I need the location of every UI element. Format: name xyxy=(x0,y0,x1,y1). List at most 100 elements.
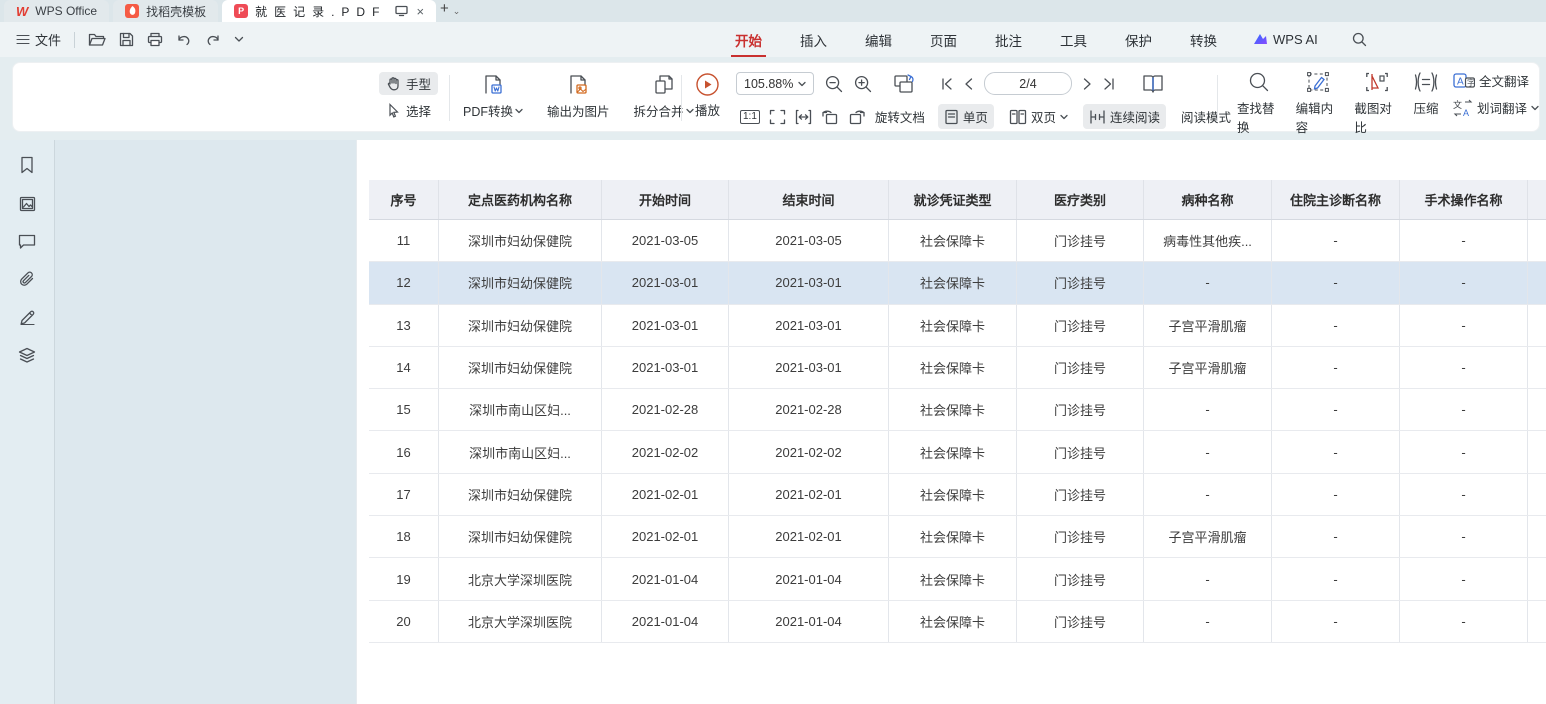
pdf-convert-button[interactable]: PDF转换 xyxy=(463,72,523,120)
zoom-out-icon[interactable] xyxy=(825,75,843,93)
single-page-button[interactable]: 单页 xyxy=(938,104,994,129)
tab-list-chevron-icon[interactable]: ⌄ xyxy=(453,6,461,17)
chevron-down-icon xyxy=(515,108,523,114)
full-translate-button[interactable]: A字 全文翻译 xyxy=(1453,71,1539,90)
open-folder-icon[interactable] xyxy=(88,32,106,47)
table-cell: 2021-03-05 xyxy=(729,220,889,261)
table-cell: 2021-02-02 xyxy=(729,431,889,472)
next-page-icon[interactable] xyxy=(1083,78,1092,90)
save-icon[interactable] xyxy=(119,32,134,47)
tab-medical-record-pdf[interactable]: P 就医记录.PDF × xyxy=(222,0,436,22)
bookmark-icon[interactable] xyxy=(19,156,35,174)
ribbon-tab-page[interactable]: 页面 xyxy=(928,22,959,58)
tab-docer-templates[interactable]: 找稻壳模板 xyxy=(113,0,218,22)
redo-icon[interactable] xyxy=(205,33,221,47)
undo-history-chevron-icon[interactable] xyxy=(234,36,244,43)
prev-page-icon[interactable] xyxy=(964,78,973,90)
first-page-icon[interactable] xyxy=(940,78,953,90)
table-cell: 门诊挂号 xyxy=(1017,474,1144,515)
pdf-convert-icon xyxy=(480,72,506,98)
double-page-button[interactable]: 双页 xyxy=(1003,104,1074,129)
table-cell: - xyxy=(1144,601,1272,642)
table-row[interactable]: 13深圳市妇幼保健院2021-03-012021-03-01社会保障卡门诊挂号子… xyxy=(369,305,1546,347)
ribbon-tab-protect[interactable]: 保护 xyxy=(1123,22,1154,58)
play-label: 播放 xyxy=(695,100,720,119)
search-icon[interactable] xyxy=(1352,32,1367,47)
thumbnail-icon[interactable] xyxy=(19,196,36,212)
rotate-left-icon[interactable] xyxy=(821,109,839,125)
rotate-right-icon[interactable] xyxy=(848,109,866,125)
attachment-icon[interactable] xyxy=(18,271,36,288)
column-header: 住院主诊断名称 xyxy=(1272,180,1400,219)
monitor-icon[interactable] xyxy=(395,5,408,17)
ribbon-tab-home[interactable]: 开始 xyxy=(733,22,764,58)
screenshot-compare-button[interactable]: 截图对比 xyxy=(1354,71,1399,136)
fit-width-icon[interactable] xyxy=(795,109,812,125)
continuous-read-button[interactable]: 连续阅读 xyxy=(1083,104,1166,129)
table-row[interactable]: 11深圳市妇幼保健院2021-03-052021-03-05社会保障卡门诊挂号病… xyxy=(369,220,1546,262)
table-row[interactable]: 19北京大学深圳医院2021-01-042021-01-04社会保障卡门诊挂号-… xyxy=(369,558,1546,600)
ribbon-tab-convert[interactable]: 转换 xyxy=(1188,22,1219,58)
pdf-convert-label: PDF转换 xyxy=(463,101,513,120)
table-cell: 17 xyxy=(369,474,439,515)
zoom-in-icon[interactable] xyxy=(854,75,872,93)
table-row[interactable]: 14深圳市妇幼保健院2021-03-012021-03-01社会保障卡门诊挂号子… xyxy=(369,347,1546,389)
ribbon-tab-annotate[interactable]: 批注 xyxy=(993,22,1024,58)
export-image-button[interactable]: 输出为图片 xyxy=(547,72,610,120)
table-cell: 社会保障卡 xyxy=(889,516,1017,557)
table-row[interactable]: 12深圳市妇幼保健院2021-03-012021-03-01社会保障卡门诊挂号-… xyxy=(369,262,1546,304)
window-tab-bar: W WPS Office 找稻壳模板 P 就医记录.PDF × + ⌄ xyxy=(0,0,1546,22)
tab-wps-office[interactable]: W WPS Office xyxy=(4,0,109,22)
split-merge-button[interactable]: 拆分合并 xyxy=(634,72,694,120)
ribbon-tab-tools[interactable]: 工具 xyxy=(1058,22,1089,58)
edit-content-button[interactable]: 编辑内容 xyxy=(1296,71,1341,136)
chevron-down-icon xyxy=(1531,105,1539,111)
file-menu-button[interactable]: 文件 xyxy=(16,30,61,49)
table-row[interactable]: 18深圳市妇幼保健院2021-02-012021-02-01社会保障卡门诊挂号子… xyxy=(369,516,1546,558)
word-translate-button[interactable]: 文A 划词翻译 xyxy=(1453,98,1539,117)
select-tool-label: 选择 xyxy=(406,101,431,120)
read-mode-label[interactable]: 阅读模式 xyxy=(1181,107,1231,126)
layers-icon[interactable] xyxy=(18,347,36,364)
table-cell: - xyxy=(1272,516,1400,557)
last-page-icon[interactable] xyxy=(1103,78,1116,90)
page-number-input[interactable]: 2/4 xyxy=(984,72,1072,95)
table-cell: 门诊挂号 xyxy=(1017,601,1144,642)
undo-icon[interactable] xyxy=(176,33,192,47)
fit-page-icon[interactable] xyxy=(769,109,786,125)
divider xyxy=(449,75,450,121)
table-row[interactable]: 15深圳市南山区妇...2021-02-282021-02-28社会保障卡门诊挂… xyxy=(369,389,1546,431)
play-button[interactable]: 播放 xyxy=(695,72,720,119)
table-cell: 社会保障卡 xyxy=(889,474,1017,515)
rotate-doc-label[interactable]: 旋转文档 xyxy=(875,107,925,126)
signature-icon[interactable] xyxy=(19,310,36,325)
comment-icon[interactable] xyxy=(18,234,36,249)
table-row[interactable]: 20北京大学深圳医院2021-01-042021-01-04社会保障卡门诊挂号-… xyxy=(369,601,1546,643)
table-cell: 19 xyxy=(369,558,439,599)
hand-tool-label: 手型 xyxy=(406,74,431,93)
find-replace-icon xyxy=(1248,71,1270,93)
table-row[interactable]: 16深圳市南山区妇...2021-02-022021-02-02社会保障卡门诊挂… xyxy=(369,431,1546,473)
table-cell: 深圳市妇幼保健院 xyxy=(439,474,602,515)
ribbon-tab-edit[interactable]: 编辑 xyxy=(863,22,894,58)
table-row[interactable]: 17深圳市妇幼保健院2021-02-012021-02-01社会保障卡门诊挂号-… xyxy=(369,474,1546,516)
zoom-level-select[interactable]: 105.88% xyxy=(736,72,814,95)
ribbon-tab-insert[interactable]: 插入 xyxy=(798,22,829,58)
find-replace-button[interactable]: 查找替换 xyxy=(1237,71,1282,136)
ribbon-tabs: 开始 插入 编辑 页面 批注 工具 保护 转换 WPS AI xyxy=(733,22,1367,57)
close-tab-icon[interactable]: × xyxy=(416,4,424,19)
table-cell xyxy=(1528,431,1546,472)
wps-ai-button[interactable]: WPS AI xyxy=(1253,32,1318,47)
select-tool-button[interactable]: 选择 xyxy=(379,99,438,122)
hand-tool-button[interactable]: 手型 xyxy=(379,72,438,95)
actual-size-button[interactable]: 1:1 xyxy=(740,110,760,124)
compress-button[interactable]: 压缩 xyxy=(1413,71,1439,136)
read-mode-book-icon xyxy=(1141,73,1165,95)
table-cell: 13 xyxy=(369,305,439,346)
svg-text:A: A xyxy=(1463,108,1469,117)
table-cell: - xyxy=(1272,431,1400,472)
new-tab-icon[interactable]: + xyxy=(436,0,453,22)
zoom-level-value: 105.88% xyxy=(744,77,793,91)
print-icon[interactable] xyxy=(147,32,163,47)
continuous-read-icon xyxy=(1089,109,1106,125)
